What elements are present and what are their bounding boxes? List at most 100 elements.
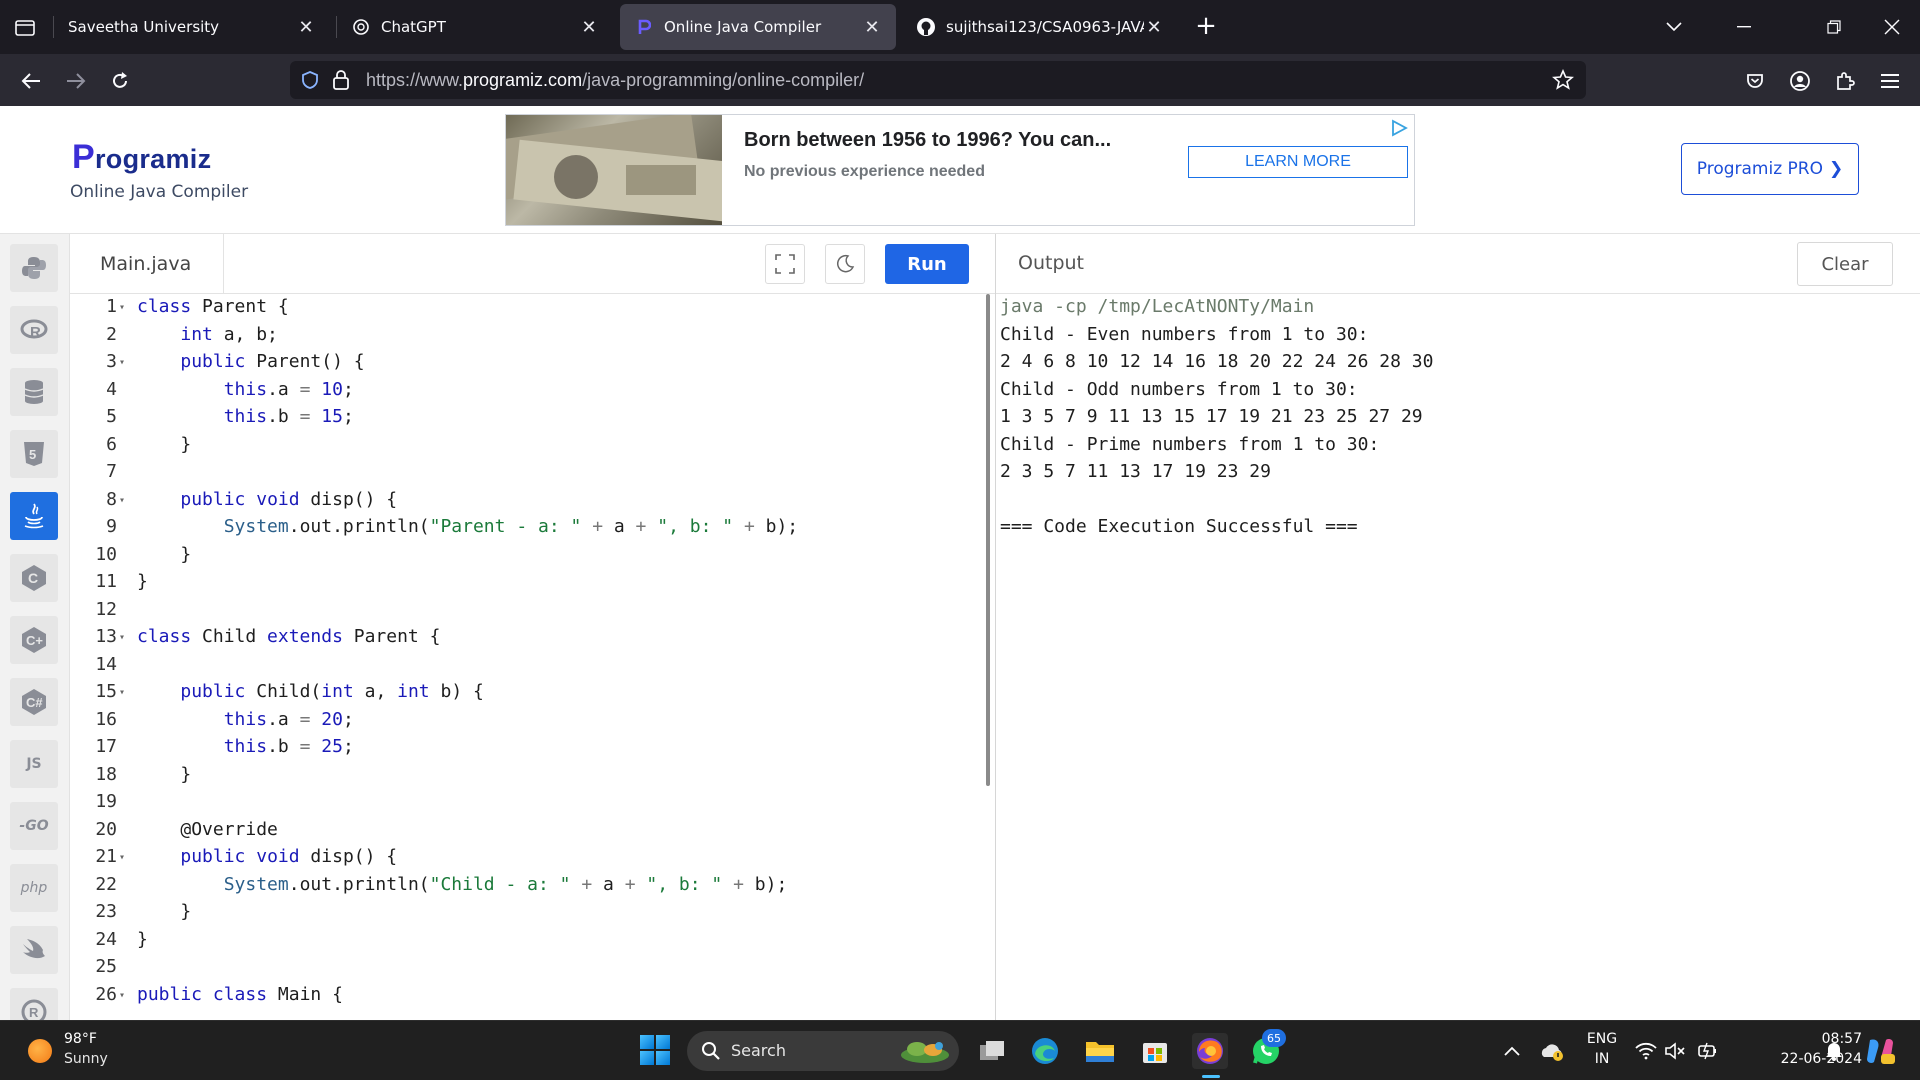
- taskbar-search[interactable]: Search: [687, 1031, 959, 1071]
- ad-headline[interactable]: Born between 1956 to 1996? You can...: [744, 129, 1111, 152]
- chevron-up-icon[interactable]: [1494, 1033, 1530, 1069]
- fold-arrow-icon[interactable]: ▾: [119, 357, 125, 368]
- url-bar[interactable]: https://www.programiz.com/java-programmi…: [290, 61, 1586, 99]
- sidebar-item-cpp[interactable]: C+: [10, 616, 58, 664]
- task-view-icon[interactable]: [974, 1033, 1010, 1069]
- close-icon[interactable]: ✕: [1144, 17, 1164, 38]
- menu-hamburger-icon[interactable]: [1875, 66, 1905, 96]
- tab-saveetha[interactable]: Saveetha University ✕: [54, 4, 330, 50]
- new-tab-plus-icon[interactable]: +: [1192, 11, 1220, 41]
- tab-online-java-compiler[interactable]: Online Java Compiler ✕: [620, 4, 896, 50]
- code-line[interactable]: 16 this.a = 20;: [70, 709, 995, 737]
- code-line[interactable]: 12: [70, 599, 995, 627]
- sun-weather-icon[interactable]: [28, 1039, 52, 1063]
- tab-github[interactable]: sujithsai123/CSA0963-JAVA-192 ✕: [902, 4, 1178, 50]
- edge-browser-icon[interactable]: [1027, 1033, 1063, 1069]
- weather-temperature[interactable]: 98°F: [64, 1031, 97, 1047]
- sidebar-item-csharp[interactable]: C#: [10, 678, 58, 726]
- restore-icon[interactable]: [1816, 10, 1852, 44]
- forward-arrow-icon[interactable]: [61, 66, 91, 96]
- sidebar-item-rust[interactable]: R: [10, 988, 58, 1020]
- battery-charging-icon[interactable]: [1690, 1033, 1726, 1069]
- file-tab-main-java[interactable]: Main.java: [70, 234, 224, 294]
- code-line[interactable]: 3 ▾ public Parent() {: [70, 351, 995, 379]
- sidebar-item-html[interactable]: 5: [10, 430, 58, 478]
- sidebar-item-swift[interactable]: [10, 926, 58, 974]
- programiz-pro-button[interactable]: Programiz PRO ❯: [1681, 143, 1859, 195]
- programiz-logo[interactable]: Programiz: [72, 138, 211, 177]
- microsoft-store-icon[interactable]: [1137, 1033, 1173, 1069]
- input-language-top[interactable]: ENG: [1582, 1031, 1622, 1047]
- volume-muted-icon[interactable]: [1658, 1033, 1694, 1069]
- ad-learn-more-button[interactable]: LEARN MORE: [1188, 146, 1408, 178]
- sidebar-item-javascript[interactable]: JS: [10, 740, 58, 788]
- code-line[interactable]: 14: [70, 654, 995, 682]
- lock-icon[interactable]: [332, 69, 350, 95]
- code-line[interactable]: 22 System.out.println("Child - a: " + a …: [70, 874, 995, 902]
- pocket-icon[interactable]: [1740, 66, 1770, 96]
- bookmark-star-icon[interactable]: [1552, 68, 1574, 95]
- code-line[interactable]: 13 ▾ class Child extends Parent {: [70, 626, 995, 654]
- fold-arrow-icon[interactable]: ▾: [119, 495, 125, 506]
- fold-arrow-icon[interactable]: ▾: [119, 687, 125, 698]
- notification-bell-icon[interactable]: [1816, 1033, 1852, 1069]
- code-line[interactable]: 15 ▾ public Child(int a, int b) {: [70, 681, 995, 709]
- code-line[interactable]: 7: [70, 461, 995, 489]
- tab-list-icon[interactable]: [12, 14, 38, 40]
- close-icon[interactable]: ✕: [296, 17, 316, 38]
- fullscreen-icon[interactable]: [765, 244, 805, 284]
- onedrive-warning-icon[interactable]: [1534, 1033, 1570, 1069]
- code-line[interactable]: 1 ▾ class Parent {: [70, 296, 995, 324]
- windows-start-icon[interactable]: [640, 1035, 670, 1065]
- chevron-down-icon[interactable]: [1656, 10, 1692, 44]
- code-line[interactable]: 8 ▾ public void disp() {: [70, 489, 995, 517]
- fold-arrow-icon[interactable]: ▾: [119, 302, 125, 313]
- url-text[interactable]: https://www.programiz.com/java-programmi…: [366, 70, 864, 91]
- fold-arrow-icon[interactable]: ▾: [119, 990, 125, 1001]
- fold-arrow-icon[interactable]: ▾: [119, 852, 125, 863]
- minimize-icon[interactable]: [1726, 10, 1762, 44]
- copilot-icon[interactable]: [1862, 1033, 1898, 1069]
- code-line[interactable]: 25: [70, 956, 995, 984]
- code-line[interactable]: 10 }: [70, 544, 995, 572]
- run-button[interactable]: Run: [885, 244, 969, 284]
- code-line[interactable]: 4 this.a = 10;: [70, 379, 995, 407]
- extensions-puzzle-icon[interactable]: [1830, 66, 1860, 96]
- code-line[interactable]: 23 }: [70, 901, 995, 929]
- code-line[interactable]: 21 ▾ public void disp() {: [70, 846, 995, 874]
- code-line[interactable]: 2 int a, b;: [70, 324, 995, 352]
- shield-icon[interactable]: [300, 70, 320, 94]
- input-language-bottom[interactable]: IN: [1582, 1051, 1622, 1067]
- firefox-icon[interactable]: [1192, 1033, 1228, 1069]
- close-icon[interactable]: ✕: [862, 17, 882, 38]
- sidebar-item-java[interactable]: [10, 492, 58, 540]
- code-line[interactable]: 9 System.out.println("Parent - a: " + a …: [70, 516, 995, 544]
- sidebar-item-r[interactable]: R: [10, 306, 58, 354]
- sidebar-item-go[interactable]: -GO: [10, 802, 58, 850]
- ad-image[interactable]: [506, 115, 722, 225]
- sidebar-item-php[interactable]: php: [10, 864, 58, 912]
- tab-chatgpt[interactable]: ChatGPT ✕: [337, 4, 613, 50]
- sidebar-item-python[interactable]: [10, 244, 58, 292]
- fold-arrow-icon[interactable]: ▾: [119, 632, 125, 643]
- account-icon[interactable]: [1785, 66, 1815, 96]
- code-line[interactable]: 18 }: [70, 764, 995, 792]
- weather-condition[interactable]: Sunny: [64, 1051, 108, 1067]
- code-line[interactable]: 19: [70, 791, 995, 819]
- advertisement-banner[interactable]: Born between 1956 to 1996? You can... No…: [505, 114, 1415, 226]
- dark-mode-moon-icon[interactable]: [825, 244, 865, 284]
- code-line[interactable]: 6 }: [70, 434, 995, 462]
- code-editor[interactable]: 1 ▾ class Parent {2 int a, b; 3 ▾ public Par…: [70, 294, 995, 1020]
- ad-choices-icon[interactable]: [1390, 119, 1408, 137]
- back-arrow-icon[interactable]: [16, 66, 46, 96]
- editor-scrollbar[interactable]: [986, 294, 990, 786]
- code-line[interactable]: 26 ▾ public class Main {: [70, 984, 995, 1012]
- reload-icon[interactable]: [105, 66, 135, 96]
- code-line[interactable]: 24}: [70, 929, 995, 957]
- sidebar-item-sql[interactable]: [10, 368, 58, 416]
- file-explorer-icon[interactable]: [1082, 1033, 1118, 1069]
- output-console[interactable]: java -cp /tmp/LecAtNONTy/Main Child - Eve…: [996, 294, 1920, 1020]
- sidebar-item-c[interactable]: C: [10, 554, 58, 602]
- window-close-icon[interactable]: [1874, 10, 1910, 44]
- code-line[interactable]: 17 this.b = 25;: [70, 736, 995, 764]
